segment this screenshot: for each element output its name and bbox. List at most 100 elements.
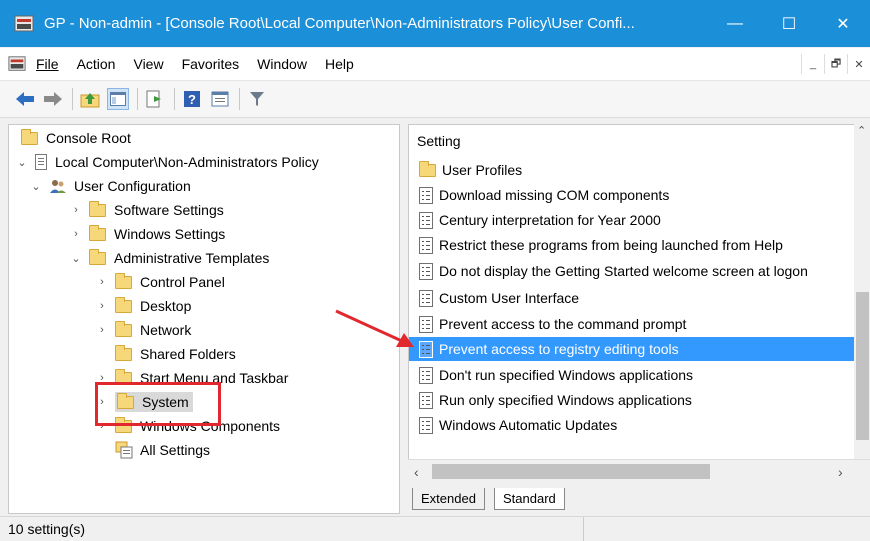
list-item[interactable]: Run only specified Windows applications bbox=[409, 388, 854, 412]
chevron-down-icon[interactable]: ⌄ bbox=[15, 156, 29, 169]
menu-bar: File Action View Favorites Window Help bbox=[0, 48, 870, 81]
tree-node-console-root[interactable]: Console Root bbox=[21, 127, 131, 149]
tab-extended[interactable]: Extended bbox=[412, 488, 485, 510]
mdi-minimize-button[interactable]: _ bbox=[801, 54, 824, 74]
column-header-setting[interactable]: Setting bbox=[417, 129, 854, 153]
menu-view[interactable]: View bbox=[133, 56, 163, 72]
tree-node-label: Local Computer\Non-Administrators Policy bbox=[55, 154, 319, 170]
vertical-scroll-thumb[interactable] bbox=[856, 292, 869, 440]
tree-node-software-settings[interactable]: › Software Settings bbox=[69, 199, 224, 221]
tree-node-all-settings[interactable]: All Settings bbox=[115, 439, 210, 461]
tree-node-administrative-templates[interactable]: ⌄ Administrative Templates bbox=[69, 247, 269, 269]
chevron-down-icon[interactable]: ⌄ bbox=[29, 180, 43, 193]
folder-icon bbox=[115, 296, 132, 313]
menu-file[interactable]: File bbox=[36, 56, 59, 72]
mdi-child-icon[interactable] bbox=[8, 55, 26, 73]
menu-action[interactable]: Action bbox=[77, 56, 116, 72]
list-item[interactable]: Prevent access to the command prompt bbox=[409, 312, 854, 336]
export-list-icon[interactable] bbox=[144, 88, 166, 110]
chevron-right-icon[interactable]: › bbox=[69, 228, 83, 240]
chevron-right-icon[interactable]: › bbox=[95, 300, 109, 312]
horizontal-scrollbar[interactable]: ‹ › bbox=[408, 459, 870, 484]
list-item[interactable]: Restrict these programs from being launc… bbox=[409, 233, 854, 257]
mdi-restore-button[interactable]: 🗗 bbox=[824, 54, 847, 74]
list-item-label: Prevent access to the command prompt bbox=[439, 316, 687, 332]
tree-node-windows-settings[interactable]: › Windows Settings bbox=[69, 223, 225, 245]
chevron-right-icon[interactable]: › bbox=[95, 276, 109, 288]
folder-icon bbox=[89, 200, 106, 217]
menu-help[interactable]: Help bbox=[325, 56, 354, 72]
gpedit-app-icon bbox=[14, 14, 34, 34]
forward-arrow-icon[interactable] bbox=[42, 88, 64, 110]
list-item-label: Prevent access to registry editing tools bbox=[439, 341, 679, 357]
column-header-label: Setting bbox=[417, 133, 461, 149]
scroll-right-icon[interactable]: › bbox=[838, 464, 843, 480]
tree-node-label: Console Root bbox=[46, 130, 131, 146]
tree-node-label: Network bbox=[140, 322, 192, 338]
tree-node-user-configuration[interactable]: ⌄ User Configuration bbox=[29, 175, 191, 197]
list-item[interactable]: Don't run specified Windows applications bbox=[409, 363, 854, 387]
mdi-controls: _ 🗗 ✕ bbox=[801, 54, 870, 74]
list-item-label: User Profiles bbox=[442, 162, 523, 178]
folder-icon bbox=[115, 272, 132, 289]
tab-standard[interactable]: Standard bbox=[494, 488, 565, 510]
list-item-label: Custom User Interface bbox=[439, 290, 580, 306]
list-item[interactable]: Century interpretation for Year 2000 bbox=[409, 208, 854, 232]
list-item-label: Run only specified Windows applications bbox=[439, 392, 692, 408]
tree-node-shared-folders[interactable]: Shared Folders bbox=[115, 343, 236, 365]
horizontal-scroll-thumb[interactable] bbox=[432, 464, 710, 479]
tree-node-label: User Configuration bbox=[74, 178, 191, 194]
folder-icon bbox=[115, 320, 132, 337]
scroll-left-icon[interactable]: ‹ bbox=[414, 464, 419, 480]
setting-icon bbox=[419, 186, 433, 204]
folder-icon bbox=[89, 248, 106, 265]
folder-icon bbox=[115, 344, 132, 361]
window-title: GP - Non-admin - [Console Root\Local Com… bbox=[44, 15, 635, 32]
list-item-label: Download missing COM components bbox=[439, 187, 670, 203]
list-item[interactable]: User Profiles bbox=[409, 158, 854, 182]
setting-icon bbox=[419, 416, 433, 434]
toolbar-separator bbox=[239, 88, 240, 110]
scroll-up-icon[interactable]: ⌃ bbox=[857, 124, 866, 137]
tree-node-policy[interactable]: ⌄ Local Computer\Non-Administrators Poli… bbox=[15, 151, 319, 173]
list-item[interactable]: Windows Automatic Updates bbox=[409, 413, 854, 437]
status-bar: 10 setting(s) bbox=[0, 516, 870, 541]
all-settings-icon bbox=[115, 441, 133, 459]
vertical-scrollbar[interactable]: ⌃ bbox=[854, 124, 870, 459]
list-item[interactable]: Custom User Interface bbox=[409, 286, 854, 310]
folder-icon bbox=[89, 224, 106, 241]
mdi-close-button[interactable]: ✕ bbox=[847, 54, 870, 74]
list-item-label: Don't run specified Windows applications bbox=[439, 367, 694, 383]
list-item[interactable]: Do not display the Getting Started welco… bbox=[409, 259, 854, 283]
back-arrow-icon[interactable] bbox=[14, 88, 36, 110]
help-icon[interactable]: ? bbox=[181, 88, 203, 110]
minimize-button[interactable]: — bbox=[708, 0, 762, 47]
menu-window[interactable]: Window bbox=[257, 56, 307, 72]
tree-node-label: Shared Folders bbox=[140, 346, 236, 362]
tree-node-desktop[interactable]: › Desktop bbox=[95, 295, 191, 317]
chevron-right-icon[interactable]: › bbox=[69, 204, 83, 216]
properties-icon[interactable] bbox=[209, 88, 231, 110]
settings-list-pane[interactable]: Setting User Profiles Download missing C… bbox=[408, 124, 854, 483]
toolbar-separator bbox=[174, 88, 175, 110]
tree-node-control-panel[interactable]: › Control Panel bbox=[95, 271, 225, 293]
svg-text:?: ? bbox=[188, 92, 196, 107]
maximize-button[interactable]: ☐ bbox=[762, 0, 816, 47]
filter-icon[interactable] bbox=[246, 88, 268, 110]
tree-node-network[interactable]: › Network bbox=[95, 319, 191, 341]
show-hide-tree-icon[interactable] bbox=[107, 88, 129, 110]
chevron-down-icon[interactable]: ⌄ bbox=[69, 252, 83, 265]
list-item-selected[interactable]: Prevent access to registry editing tools bbox=[409, 337, 854, 361]
chevron-right-icon[interactable]: › bbox=[95, 324, 109, 336]
red-arrow-annotation bbox=[335, 309, 414, 347]
tree-node-label: Windows Settings bbox=[114, 226, 226, 242]
status-text: 10 setting(s) bbox=[8, 521, 86, 537]
title-bar: GP - Non-admin - [Console Root\Local Com… bbox=[0, 0, 870, 47]
toolbar-separator bbox=[137, 88, 138, 110]
policy-document-icon bbox=[35, 154, 47, 170]
menu-favorites[interactable]: Favorites bbox=[182, 56, 240, 72]
close-button[interactable]: ✕ bbox=[816, 0, 870, 47]
folder-icon bbox=[419, 160, 436, 177]
list-item[interactable]: Download missing COM components bbox=[409, 183, 854, 207]
up-folder-icon[interactable] bbox=[79, 88, 101, 110]
